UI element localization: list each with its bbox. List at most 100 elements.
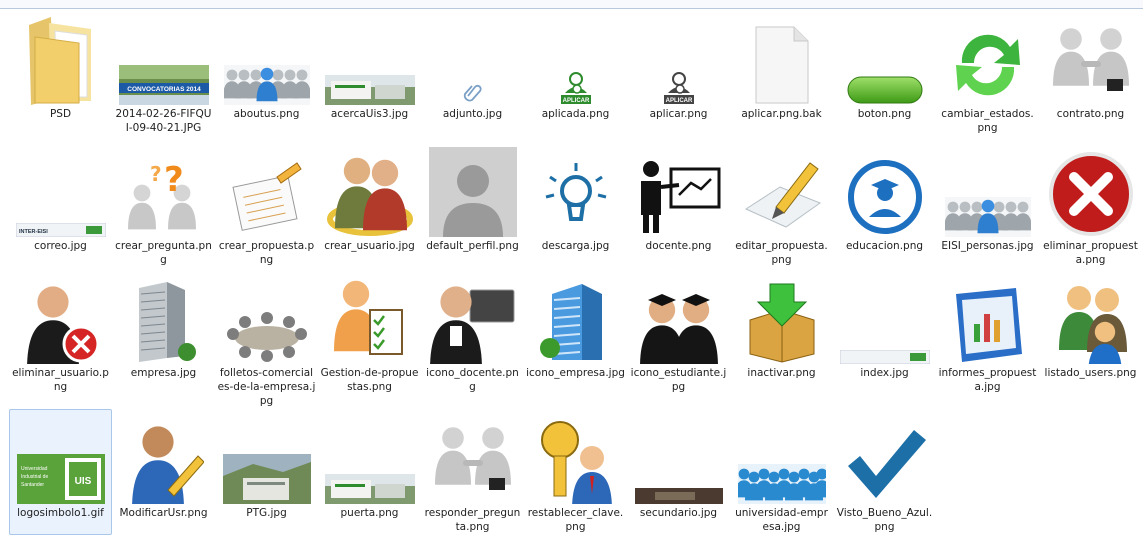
file-item[interactable]: responder_pregunta.png [421, 409, 524, 535]
blue-check-icon [839, 414, 931, 504]
icon-row: PSD CONVOCATORIAS 2014 2014-02-26-FIFQUI… [9, 10, 1139, 137]
file-item[interactable]: eliminar_propuesta.png [1039, 142, 1142, 268]
svg-text:APLICAR: APLICAR [666, 98, 693, 104]
office-building-icon [118, 274, 210, 364]
file-item[interactable]: empresa.jpg [112, 269, 215, 395]
file-item[interactable]: crear_propuesta.png [215, 142, 318, 268]
file-name-label: descarga.jpg [541, 240, 610, 252]
file-item[interactable]: CONVOCATORIAS 2014 2014-02-26-FIFQUI-09-… [112, 10, 215, 136]
file-name-label: acercaUis3.jpg [330, 108, 409, 120]
web-strip-icon: INTER-EISI [15, 147, 107, 237]
file-name-label: restablecer_clave.png [527, 507, 624, 533]
blue-tower-icon [530, 274, 622, 364]
file-item[interactable]: eliminar_usuario.png [9, 269, 112, 395]
file-item[interactable]: INTER-EISI correo.jpg [9, 142, 112, 268]
building-strip-icon [324, 414, 416, 504]
graduate-circle-icon [839, 147, 931, 237]
file-item[interactable]: PSD [9, 10, 112, 136]
file-name-label: adjunto.jpg [442, 108, 503, 120]
file-item[interactable]: informes_propuesta.jpg [936, 269, 1039, 395]
file-item[interactable]: icono_docente.png [421, 269, 524, 395]
file-name-label: listado_users.png [1044, 367, 1137, 379]
file-item[interactable]: editar_propuesta.png [730, 142, 833, 268]
file-item[interactable]: restablecer_clave.png [524, 409, 627, 535]
file-name-label: informes_propuesta.jpg [938, 367, 1037, 393]
file-name-label: icono_docente.png [426, 367, 519, 393]
dark-strip-icon [633, 414, 725, 504]
file-item[interactable]: secundario.jpg [627, 409, 730, 535]
file-item[interactable]: APLICAR aplicar.png [627, 10, 730, 136]
file-name-label: empresa.jpg [130, 367, 197, 379]
user-check-icon: APLICAR [633, 15, 725, 105]
file-item[interactable]: PTG.jpg [215, 409, 318, 535]
svg-text:?: ? [150, 162, 162, 186]
file-name-label: PTG.jpg [246, 507, 287, 519]
file-item[interactable]: puerta.png [318, 409, 421, 535]
question-figures-icon: ? ? [118, 147, 210, 237]
refresh-arrows-icon [942, 15, 1034, 105]
file-item[interactable]: default_perfil.png [421, 142, 524, 268]
svg-text:INTER-EISI: INTER-EISI [19, 229, 48, 235]
reports-folder-icon [942, 274, 1034, 364]
icon-row: Universidad Industrial de Santander UIS l… [9, 409, 1139, 536]
file-item[interactable]: EISI_personas.jpg [936, 142, 1039, 268]
file-name-label: index.jpg [860, 367, 909, 379]
file-item[interactable]: boton.png [833, 10, 936, 136]
file-item[interactable]: aboutus.png [215, 10, 318, 136]
file-name-label: docente.png [645, 240, 712, 252]
building-strip-icon [324, 15, 416, 105]
file-item[interactable]: ModificarUsr.png [112, 409, 215, 535]
file-item[interactable]: APLICAR aplicada.png [524, 10, 627, 136]
handshake-icon [427, 414, 519, 504]
user-edit-icon [118, 414, 210, 504]
file-name-label: aplicar.png.bak [741, 108, 822, 120]
file-name-label: aplicada.png [541, 108, 610, 120]
svg-text:Universidad: Universidad [21, 466, 48, 472]
paperclip-icon [427, 15, 519, 105]
explorer-top-edge [0, 0, 1143, 9]
file-name-label: universidad-empresa.jpg [735, 507, 828, 533]
teacher-board-icon [633, 147, 725, 237]
red-x-circle-icon [1045, 147, 1137, 237]
svg-text:UIS: UIS [75, 476, 92, 487]
svg-text:Santander: Santander [21, 482, 44, 488]
file-item[interactable]: index.jpg [833, 269, 936, 395]
file-item[interactable]: contrato.png [1039, 10, 1142, 136]
file-item[interactable]: aplicar.png.bak [730, 10, 833, 136]
file-item[interactable]: docente.png [627, 142, 730, 268]
file-item[interactable]: Visto_Bueno_Azul.png [833, 409, 936, 535]
file-item[interactable]: icono_empresa.jpg [524, 269, 627, 395]
file-item[interactable]: acercaUis3.jpg [318, 10, 421, 136]
file-item[interactable]: folletos-comerciales-de-la-empresa.jpg [215, 269, 318, 407]
file-item[interactable]: cambiar_estados.png [936, 10, 1039, 136]
people-group-icon [221, 15, 313, 105]
banner-photo-icon: CONVOCATORIAS 2014 [118, 15, 210, 105]
file-item[interactable]: inactivar.png [730, 269, 833, 395]
box-arrow-icon [736, 274, 828, 364]
file-item[interactable]: universidad-empresa.jpg [730, 409, 833, 535]
file-item[interactable]: descarga.jpg [524, 142, 627, 268]
uis-logo-icon: Universidad Industrial de Santander UIS [15, 414, 107, 504]
file-item[interactable]: icono_estudiante.jpg [627, 269, 730, 395]
crowd-silhouette-icon [736, 414, 828, 504]
svg-text:CONVOCATORIAS 2014: CONVOCATORIAS 2014 [127, 86, 201, 93]
file-name-label: inactivar.png [747, 367, 816, 379]
web-strip-icon [839, 274, 931, 364]
campus-photo-icon [221, 414, 313, 504]
users-list-icon [1045, 274, 1137, 364]
file-item[interactable]: adjunto.jpg [421, 10, 524, 136]
file-item[interactable]: educacion.png [833, 142, 936, 268]
file-item[interactable]: Gestion-de-propuestas.png [318, 269, 421, 395]
file-item[interactable]: Universidad Industrial de Santander UIS l… [9, 409, 112, 535]
file-item[interactable]: ? ? crear_pregunta.png [112, 142, 215, 268]
file-name-label: aboutus.png [233, 108, 300, 120]
file-name-label: ModificarUsr.png [119, 507, 208, 519]
file-name-label: Visto_Bueno_Azul.png [836, 507, 933, 533]
file-name-label: Gestion-de-propuestas.png [320, 367, 419, 393]
file-item[interactable]: listado_users.png [1039, 269, 1142, 395]
file-name-label: icono_estudiante.jpg [630, 367, 727, 393]
file-name-label: eliminar_usuario.png [12, 367, 109, 393]
file-name-label: correo.jpg [34, 240, 87, 252]
svg-text:APLICAR: APLICAR [563, 98, 590, 104]
file-item[interactable]: crear_usuario.jpg [318, 142, 421, 268]
